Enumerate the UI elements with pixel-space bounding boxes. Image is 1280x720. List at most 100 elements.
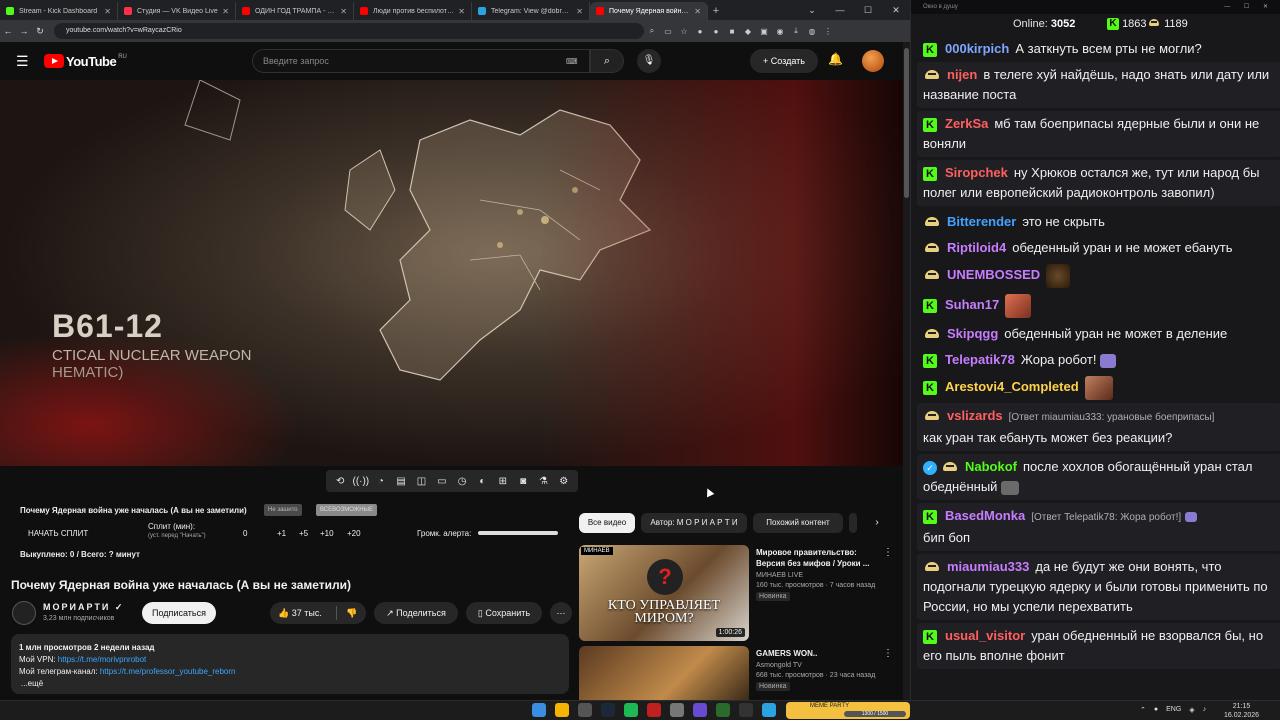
chip-all-videos[interactable]: Все видео bbox=[579, 513, 635, 533]
rec-title[interactable]: GAMERS WON.. bbox=[756, 648, 876, 659]
chat-username[interactable]: UNEMBOSSED bbox=[947, 267, 1040, 282]
video-thumbnail[interactable]: МИНАЕВ ? КТО УПРАВЛЯЕТ МИРОМ? 1:00:26 bbox=[579, 545, 749, 641]
avatar[interactable] bbox=[862, 50, 884, 72]
chat-username[interactable]: miaumiau333 bbox=[947, 559, 1029, 574]
tray-icon[interactable]: ● bbox=[1154, 706, 1158, 714]
subscribe-button[interactable]: Подписаться bbox=[142, 602, 216, 624]
chat-username[interactable]: Telepatik78 bbox=[945, 352, 1015, 367]
cast-icon[interactable]: ▭ bbox=[660, 27, 676, 36]
tab-close-icon[interactable]: ✕ bbox=[222, 7, 229, 16]
clock[interactable]: 21:15 16.02.2026 bbox=[1224, 702, 1259, 720]
extension-icon[interactable]: ▣ bbox=[756, 27, 772, 36]
channel-avatar[interactable] bbox=[12, 601, 36, 625]
page-scrollbar[interactable] bbox=[903, 42, 910, 700]
bookmark-star-icon[interactable]: ☆ bbox=[676, 27, 692, 36]
app-icon[interactable] bbox=[716, 703, 730, 717]
alert-volume-slider[interactable] bbox=[478, 531, 558, 535]
meme-party-widget[interactable]: MEME PARTY 1300 / 1500 bbox=[786, 702, 910, 719]
keyboard-icon[interactable]: ⌨ bbox=[566, 57, 578, 66]
split-minutes-field[interactable]: Сплит (мин): (уст. перед "Начать") bbox=[148, 522, 206, 539]
chip-similar[interactable]: Похожий контент bbox=[753, 513, 843, 533]
start-icon[interactable] bbox=[532, 703, 546, 717]
chat-username[interactable]: Bitterender bbox=[947, 214, 1016, 229]
minimize-icon[interactable]: — bbox=[826, 0, 854, 20]
broadcast-icon[interactable]: ((·)) bbox=[352, 476, 369, 487]
url-field[interactable]: youtube.com/watch?v=wRaycazCRio bbox=[54, 23, 644, 39]
tab-close-icon[interactable]: ✕ bbox=[340, 7, 347, 16]
like-button[interactable]: 👍 37 тыс. bbox=[278, 608, 322, 618]
back-icon[interactable]: ← bbox=[0, 26, 16, 36]
chat-username[interactable]: Siropchek bbox=[945, 165, 1008, 180]
theater-icon[interactable]: ▭ bbox=[434, 476, 450, 487]
chat-username[interactable]: BasedMonka bbox=[945, 508, 1025, 523]
miniplayer-icon[interactable]: ◫ bbox=[413, 476, 429, 487]
video-player[interactable]: B61-12 CTICAL NUCLEAR WEAPON HEMATIC) bbox=[0, 80, 903, 466]
show-more-link[interactable]: ...ещё bbox=[19, 678, 561, 690]
chevron-up-icon[interactable]: ⌃ bbox=[1140, 706, 1146, 714]
tab-vk-studio[interactable]: Студия — VK Видео Live ✕ bbox=[118, 2, 236, 20]
share-button[interactable]: ↗ Поделиться bbox=[374, 602, 458, 624]
create-button[interactable]: + Создать bbox=[750, 49, 818, 73]
app-icon[interactable] bbox=[693, 703, 707, 717]
extension-icon[interactable]: ◆ bbox=[740, 27, 756, 36]
recommended-video[interactable]: GAMERS WON.. Asmongold TV 668 тыс. просм… bbox=[579, 646, 893, 700]
chat-username[interactable]: Nabokof bbox=[965, 459, 1017, 474]
tab-active-video[interactable]: Почему Ядерная война у ✕ bbox=[590, 2, 708, 20]
recommended-video[interactable]: МИНАЕВ ? КТО УПРАВЛЯЕТ МИРОМ? 1:00:26 Ми… bbox=[579, 545, 893, 641]
more-actions-button[interactable]: ⋯ bbox=[550, 602, 572, 624]
video-thumbnail[interactable] bbox=[579, 646, 749, 700]
description-box[interactable]: 1 млн просмотров 2 недели назад Мой VPN:… bbox=[11, 634, 569, 694]
maximize-icon[interactable]: ☐ bbox=[854, 0, 882, 20]
chrome-icon[interactable] bbox=[555, 703, 569, 717]
chat-username[interactable]: usual_visitor bbox=[945, 628, 1025, 643]
chevron-right-icon[interactable]: › bbox=[869, 513, 885, 533]
tab-close-icon[interactable]: ✕ bbox=[458, 7, 465, 16]
new-tab-button[interactable]: + bbox=[708, 2, 724, 20]
more-dots-icon[interactable]: ⋮ bbox=[883, 547, 893, 558]
increment-button[interactable]: +20 bbox=[347, 529, 361, 538]
chip-partial[interactable] bbox=[849, 513, 857, 533]
dropdown-icon[interactable]: ⌄ bbox=[798, 0, 826, 20]
app-icon[interactable] bbox=[670, 703, 684, 717]
tab-telegram[interactable]: Telegram: View @dobro_2ch ✕ bbox=[472, 2, 590, 20]
chat-username[interactable]: Suhan17 bbox=[945, 297, 999, 312]
rec-channel[interactable]: МИНАЕВ LIVE bbox=[756, 572, 876, 579]
chat-username[interactable]: 000kirpich bbox=[945, 41, 1009, 56]
extension-icon[interactable]: ● bbox=[692, 27, 708, 36]
lens-icon[interactable]: ⌕ bbox=[644, 26, 660, 36]
download-icon[interactable]: ⤓ bbox=[788, 26, 804, 36]
increment-button[interactable]: +10 bbox=[320, 529, 334, 538]
network-icon[interactable]: ◈ bbox=[1189, 706, 1194, 714]
lab-icon[interactable]: ⚗ bbox=[535, 476, 551, 487]
scrollbar-thumb[interactable] bbox=[904, 48, 909, 198]
voice-search-button[interactable]: 🎙 bbox=[637, 49, 661, 73]
chat-username[interactable]: Arestovi4_Completed bbox=[945, 379, 1079, 394]
camera-icon[interactable]: ◙ bbox=[515, 476, 531, 487]
volume-icon[interactable]: ♪ bbox=[1203, 706, 1207, 714]
language-indicator[interactable]: ENG bbox=[1166, 706, 1181, 714]
chat-window-controls[interactable]: — ☐ ✕ bbox=[1224, 0, 1274, 14]
more-dots-icon[interactable]: ⋮ bbox=[883, 648, 893, 659]
forward-icon[interactable]: → bbox=[16, 26, 32, 36]
explorer-icon[interactable] bbox=[578, 703, 592, 717]
speaker-icon[interactable]: ◐ bbox=[474, 476, 490, 487]
rec-channel[interactable]: Asmongold TV bbox=[756, 662, 876, 669]
chat-username[interactable]: vslizards bbox=[947, 408, 1003, 423]
tab-youtube-trump[interactable]: ОДИН ГОД ТРАМПА - YouTube ✕ bbox=[236, 2, 354, 20]
reload-icon[interactable]: ↻ bbox=[32, 26, 48, 37]
playlist-icon[interactable]: ▤ bbox=[393, 476, 409, 487]
vpn-link[interactable]: https://t.me/morivpnrobot bbox=[58, 655, 146, 664]
spotify-icon[interactable] bbox=[624, 703, 638, 717]
increment-button[interactable]: +1 bbox=[277, 529, 286, 538]
add-icon[interactable]: ⊞ bbox=[495, 476, 511, 487]
tab-close-icon[interactable]: ✕ bbox=[576, 7, 583, 16]
increment-button[interactable]: +5 bbox=[299, 529, 308, 538]
settings-gear-icon[interactable]: ⚙ bbox=[556, 476, 572, 487]
start-split-button[interactable]: НАЧАТЬ СПЛИТ bbox=[28, 529, 88, 538]
tab-youtube-drones[interactable]: Люди против беспилотн: сем ✕ bbox=[354, 2, 472, 20]
watch-later-icon[interactable]: ◔ bbox=[373, 476, 389, 487]
tab-kick-dashboard[interactable]: Stream - Kick Dashboard ✕ bbox=[0, 2, 118, 20]
tab-close-icon[interactable]: ✕ bbox=[694, 7, 701, 16]
steam-icon[interactable] bbox=[601, 703, 615, 717]
youtube-logo[interactable]: YouTube RU bbox=[44, 54, 127, 69]
